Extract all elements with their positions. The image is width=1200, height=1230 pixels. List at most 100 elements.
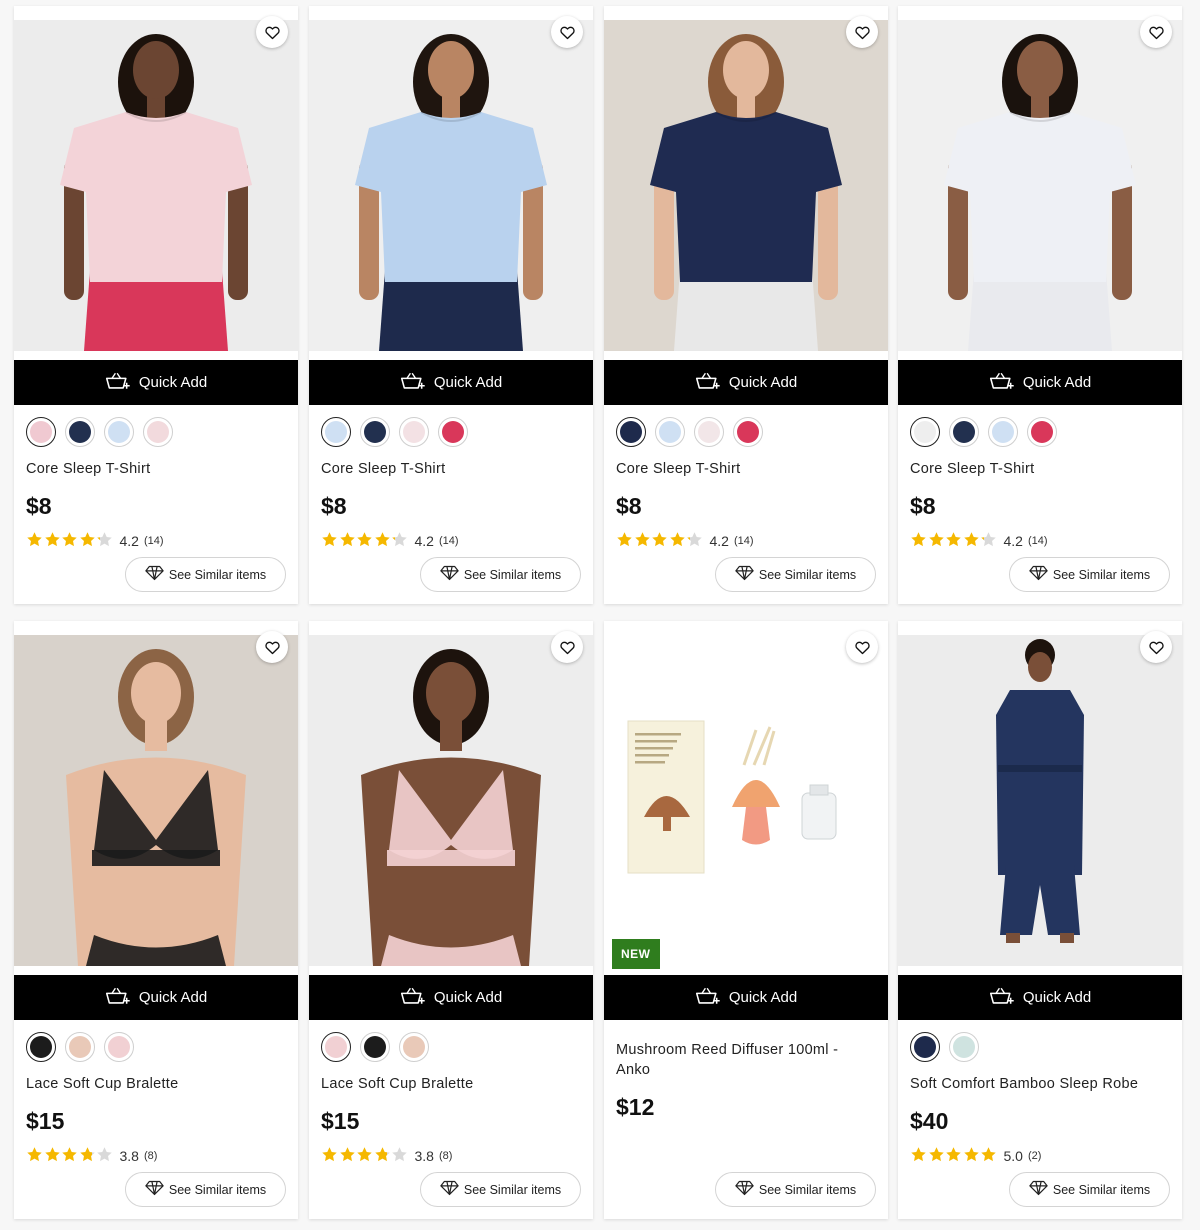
quick-add-button[interactable]: Quick Add — [14, 360, 298, 405]
product-name[interactable]: Mushroom Reed Diffuser 100ml - Anko — [616, 1040, 848, 1080]
product-card[interactable]: Quick Add Core Sleep T-Shirt $8 4.2 (14) See … — [898, 6, 1182, 604]
color-swatch[interactable] — [910, 1032, 940, 1062]
product-card[interactable]: Quick Add Core Sleep T-Shirt $8 4.2 (14) See … — [309, 6, 593, 604]
quick-add-label: Quick Add — [433, 374, 503, 391]
see-similar-button[interactable]: See Similar items — [420, 1172, 581, 1207]
product-card[interactable]: Quick Add Lace Soft Cup Bralette $15 3.8 (8)… — [14, 621, 298, 1219]
color-swatches — [26, 1032, 134, 1062]
color-swatch[interactable] — [26, 417, 56, 447]
color-swatch[interactable] — [143, 417, 173, 447]
product-name[interactable]: Core Sleep T-Shirt — [26, 459, 258, 479]
color-swatch[interactable] — [321, 417, 351, 447]
quick-add-button[interactable]: Quick Add — [604, 360, 888, 405]
color-swatch[interactable] — [694, 417, 724, 447]
product-image[interactable] — [14, 635, 298, 966]
color-swatch[interactable] — [104, 417, 134, 447]
review-count: (14) — [143, 535, 164, 547]
see-similar-label: See Similar items — [1052, 1182, 1151, 1197]
quick-add-button[interactable]: Quick Add — [309, 360, 593, 405]
basket-plus-icon — [400, 986, 426, 1010]
see-similar-button[interactable]: See Similar items — [125, 1172, 286, 1207]
quick-add-button[interactable]: Quick Add — [898, 975, 1182, 1020]
color-swatch[interactable] — [438, 417, 468, 447]
product-name[interactable]: Core Sleep T-Shirt — [616, 459, 848, 479]
color-swatch[interactable] — [360, 1032, 390, 1062]
color-swatch[interactable] — [910, 417, 940, 447]
quick-add-button[interactable]: Quick Add — [309, 975, 593, 1020]
star-icon — [339, 1146, 357, 1166]
color-swatch[interactable] — [65, 1032, 95, 1062]
product-image[interactable] — [309, 635, 593, 966]
color-swatch[interactable] — [655, 417, 685, 447]
color-swatch[interactable] — [616, 417, 646, 447]
product-image[interactable] — [604, 20, 888, 351]
star-icon — [945, 1146, 963, 1166]
quick-add-button[interactable]: Quick Add — [604, 975, 888, 1020]
product-rating: 4.2 (14) — [26, 531, 164, 551]
product-image[interactable] — [604, 635, 888, 966]
product-price: $15 — [321, 1108, 360, 1134]
color-swatch[interactable] — [733, 417, 763, 447]
wishlist-heart-icon[interactable] — [846, 631, 878, 663]
wishlist-heart-icon[interactable] — [846, 16, 878, 48]
star-icon — [356, 531, 374, 551]
color-swatch[interactable] — [104, 1032, 134, 1062]
rating-value: 4.2 — [1003, 533, 1023, 549]
color-swatch[interactable] — [26, 1032, 56, 1062]
product-card[interactable]: NEW Quick Add Mushroom Reed Diffuser 100ml… — [604, 621, 888, 1219]
quick-add-label: Quick Add — [433, 989, 503, 1006]
wishlist-heart-icon[interactable] — [551, 16, 583, 48]
color-swatches — [910, 1032, 979, 1062]
quick-add-button[interactable]: Quick Add — [14, 975, 298, 1020]
product-price: $40 — [910, 1108, 949, 1134]
product-name[interactable]: Core Sleep T-Shirt — [910, 459, 1142, 479]
star-icon — [928, 1146, 946, 1166]
see-similar-button[interactable]: See Similar items — [1009, 557, 1170, 592]
product-image[interactable] — [14, 20, 298, 351]
see-similar-button[interactable]: See Similar items — [715, 557, 876, 592]
product-card[interactable]: Quick Add Core Sleep T-Shirt $8 4.2 (14) See … — [14, 6, 298, 604]
see-similar-button[interactable]: See Similar items — [125, 557, 286, 592]
color-swatch[interactable] — [399, 417, 429, 447]
quick-add-button[interactable]: Quick Add — [898, 360, 1182, 405]
product-image[interactable] — [309, 20, 593, 351]
wishlist-heart-icon[interactable] — [256, 16, 288, 48]
product-card[interactable]: Quick Add Lace Soft Cup Bralette $15 3.8 (8)… — [309, 621, 593, 1219]
color-swatch[interactable] — [1027, 417, 1057, 447]
product-name[interactable]: Core Sleep T-Shirt — [321, 459, 553, 479]
product-image[interactable] — [898, 20, 1182, 351]
see-similar-button[interactable]: See Similar items — [420, 557, 581, 592]
product-rating: 3.8 (8) — [321, 1146, 452, 1166]
diamond-icon — [145, 1180, 164, 1199]
color-swatch[interactable] — [399, 1032, 429, 1062]
diamond-icon — [735, 565, 754, 584]
star-icon — [79, 531, 97, 551]
color-swatch[interactable] — [949, 1032, 979, 1062]
wishlist-heart-icon[interactable] — [1140, 16, 1172, 48]
see-similar-label: See Similar items — [463, 1182, 562, 1197]
product-name[interactable]: Soft Comfort Bamboo Sleep Robe — [910, 1074, 1142, 1094]
wishlist-heart-icon[interactable] — [256, 631, 288, 663]
color-swatch[interactable] — [65, 417, 95, 447]
product-rating: 4.2 (14) — [910, 531, 1048, 551]
see-similar-label: See Similar items — [758, 567, 857, 582]
product-name[interactable]: Lace Soft Cup Bralette — [26, 1074, 258, 1094]
color-swatches — [910, 417, 1057, 447]
see-similar-button[interactable]: See Similar items — [1009, 1172, 1170, 1207]
product-image[interactable] — [898, 635, 1182, 966]
rating-value: 4.2 — [709, 533, 729, 549]
star-icon — [980, 1146, 998, 1166]
see-similar-label: See Similar items — [463, 567, 562, 582]
see-similar-button[interactable]: See Similar items — [715, 1172, 876, 1207]
wishlist-heart-icon[interactable] — [1140, 631, 1172, 663]
wishlist-heart-icon[interactable] — [551, 631, 583, 663]
product-card[interactable]: Quick Add Soft Comfort Bamboo Sleep Robe $… — [898, 621, 1182, 1219]
color-swatch[interactable] — [949, 417, 979, 447]
color-swatch[interactable] — [988, 417, 1018, 447]
product-name[interactable]: Lace Soft Cup Bralette — [321, 1074, 553, 1094]
product-card[interactable]: Quick Add Core Sleep T-Shirt $8 4.2 (14) See … — [604, 6, 888, 604]
star-icon — [669, 531, 687, 551]
color-swatch[interactable] — [321, 1032, 351, 1062]
product-rating: 4.2 (14) — [616, 531, 754, 551]
color-swatch[interactable] — [360, 417, 390, 447]
